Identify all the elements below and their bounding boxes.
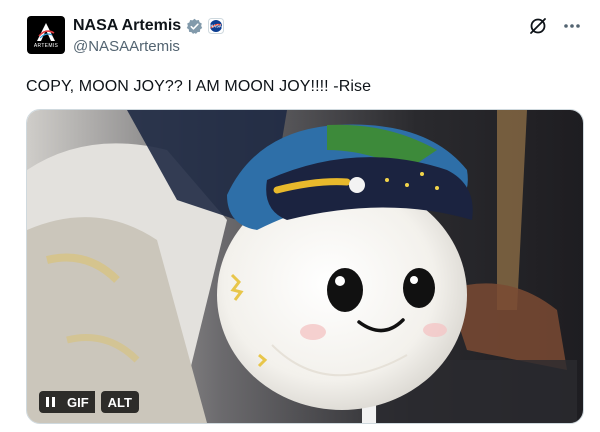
svg-text:NASA: NASA — [210, 24, 222, 29]
handle[interactable]: @NASAArtemis — [73, 38, 180, 56]
top-actions — [528, 16, 582, 36]
avatar[interactable]: ARTEMIS — [27, 16, 65, 54]
moon-joy-plush-image — [27, 110, 583, 423]
gif-media[interactable]: GIF ALT — [26, 109, 584, 424]
alt-text-button[interactable]: ALT — [100, 391, 139, 413]
pause-button[interactable] — [39, 391, 61, 413]
grok-icon — [530, 18, 546, 34]
name-row: NASA Artemis NASA — [73, 16, 225, 36]
grok-button[interactable] — [528, 16, 548, 36]
artemis-logo-icon — [37, 22, 55, 41]
display-name[interactable]: NASA Artemis — [73, 16, 181, 36]
media-controls: GIF ALT — [39, 391, 139, 413]
verified-badge-icon[interactable] — [186, 18, 203, 35]
nasa-affiliate-icon[interactable]: NASA — [208, 18, 225, 34]
avatar-label: ARTEMIS — [33, 42, 59, 49]
gif-badge: GIF — [61, 391, 95, 413]
more-button[interactable] — [562, 16, 582, 36]
more-icon — [564, 24, 580, 28]
pause-icon — [45, 397, 55, 407]
post-text: COPY, MOON JOY?? I AM MOON JOY!!!! -Rise — [26, 78, 372, 95]
